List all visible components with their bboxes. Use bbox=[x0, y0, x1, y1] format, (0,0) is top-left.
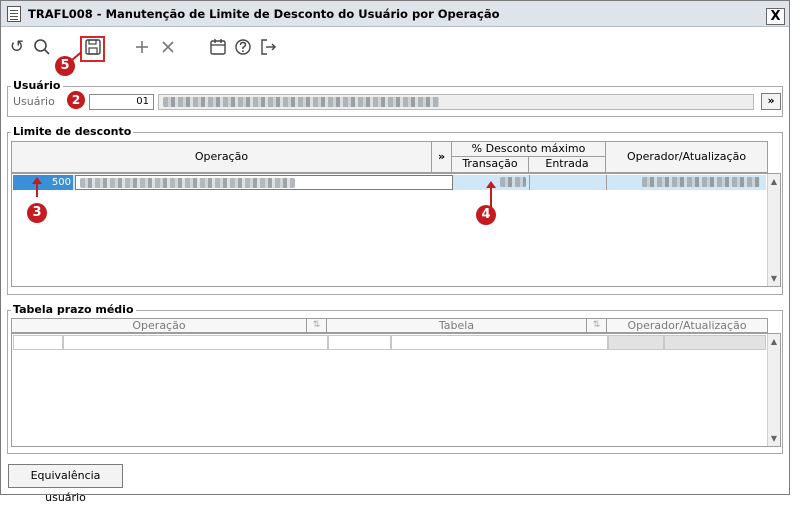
tabela-row-operacao-code[interactable] bbox=[13, 335, 63, 350]
col-operador-atualizacao[interactable]: Operador/Atualização bbox=[606, 142, 767, 172]
col-desconto-maximo: % Desconto máximo bbox=[452, 142, 606, 157]
usuario-code-input[interactable]: 01 bbox=[89, 94, 154, 110]
usuario-group-label: Usuário bbox=[11, 79, 63, 92]
redacted-operador-value bbox=[642, 177, 760, 187]
scroll-down-arrow-icon[interactable]: ▼ bbox=[768, 434, 780, 443]
sort-icon[interactable]: ⇅ bbox=[587, 319, 607, 332]
usuario-field-label: Usuário bbox=[13, 95, 55, 108]
redacted-transacao-value bbox=[500, 177, 526, 187]
tabela-row-atualizacao bbox=[664, 335, 766, 350]
row-operacao-desc[interactable] bbox=[75, 175, 453, 190]
limite-group-label: Limite de desconto bbox=[11, 125, 134, 138]
row-entrada-cell[interactable] bbox=[530, 175, 607, 190]
calendar-icon[interactable] bbox=[207, 36, 229, 58]
annotation-badge-3: 3 bbox=[27, 203, 47, 223]
tabela-grid-header: Operação ⇅ Tabela ⇅ Operador/Atualização bbox=[11, 318, 768, 333]
annotation-badge-2: 2 bbox=[67, 91, 85, 109]
tabela-row-operador bbox=[608, 335, 664, 350]
redacted-user-name bbox=[163, 97, 439, 107]
row-operador-cell bbox=[608, 175, 766, 190]
window-title: TRAFL008 - Manutenção de Limite de Desco… bbox=[28, 7, 500, 21]
annotation-arrow-4 bbox=[490, 185, 492, 207]
usuario-lookup-button[interactable]: » bbox=[761, 93, 781, 110]
tabela-row-tabela-desc[interactable] bbox=[391, 335, 608, 350]
undo-icon[interactable]: ↺ bbox=[6, 36, 28, 58]
tabela-group-label: Tabela prazo médio bbox=[11, 303, 136, 316]
tabela-col-tabela[interactable]: Tabela bbox=[327, 319, 587, 332]
form-icon bbox=[7, 6, 21, 22]
toolbar: ↺ bbox=[1, 28, 789, 66]
sort-icon[interactable]: ⇅ bbox=[307, 319, 327, 332]
tabela-grid-body: ▲ ▼ bbox=[11, 333, 781, 447]
tabela-col-operacao[interactable]: Operação bbox=[12, 319, 307, 332]
title-bar: TRAFL008 - Manutenção de Limite de Desco… bbox=[1, 1, 789, 27]
save-highlight-box bbox=[80, 36, 105, 62]
usuario-name-field bbox=[158, 94, 754, 110]
limite-grid-body: 500 ▲ ▼ bbox=[11, 173, 781, 287]
close-button[interactable]: X bbox=[766, 8, 785, 25]
tabela-row-tabela-code[interactable] bbox=[328, 335, 391, 350]
tabela-vertical-scrollbar[interactable]: ▲ ▼ bbox=[767, 334, 780, 446]
search-icon[interactable] bbox=[31, 36, 53, 58]
col-transacao[interactable]: Transação bbox=[452, 157, 529, 172]
annotation-badge-4: 4 bbox=[476, 205, 496, 225]
tabela-col-operador[interactable]: Operador/Atualização bbox=[607, 319, 767, 332]
limite-vertical-scrollbar[interactable]: ▲ ▼ bbox=[767, 174, 780, 286]
help-icon[interactable] bbox=[232, 36, 254, 58]
row-operacao-code[interactable]: 500 bbox=[13, 175, 73, 190]
scroll-up-arrow-icon[interactable]: ▲ bbox=[768, 177, 780, 186]
exit-icon[interactable] bbox=[257, 36, 279, 58]
equivalencia-usuario-button[interactable]: Equivalência usuário bbox=[8, 464, 123, 504]
col-expand-button[interactable]: » bbox=[432, 142, 452, 172]
limite-grid-header: Operação » % Desconto máximo Transação E… bbox=[11, 141, 768, 173]
scroll-down-arrow-icon[interactable]: ▼ bbox=[768, 274, 780, 283]
col-entrada[interactable]: Entrada bbox=[529, 157, 606, 172]
scroll-up-arrow-icon[interactable]: ▲ bbox=[768, 337, 780, 346]
redacted-operacao-name bbox=[80, 178, 295, 188]
annotation-arrowhead-3 bbox=[32, 177, 42, 184]
col-operacao[interactable]: Operação bbox=[12, 142, 432, 172]
delete-icon[interactable] bbox=[157, 36, 179, 58]
main-window: TRAFL008 - Manutenção de Limite de Desco… bbox=[0, 0, 790, 504]
tabela-row-operacao-desc[interactable] bbox=[63, 335, 328, 350]
add-icon[interactable] bbox=[131, 36, 153, 58]
annotation-arrowhead-4 bbox=[486, 181, 496, 188]
